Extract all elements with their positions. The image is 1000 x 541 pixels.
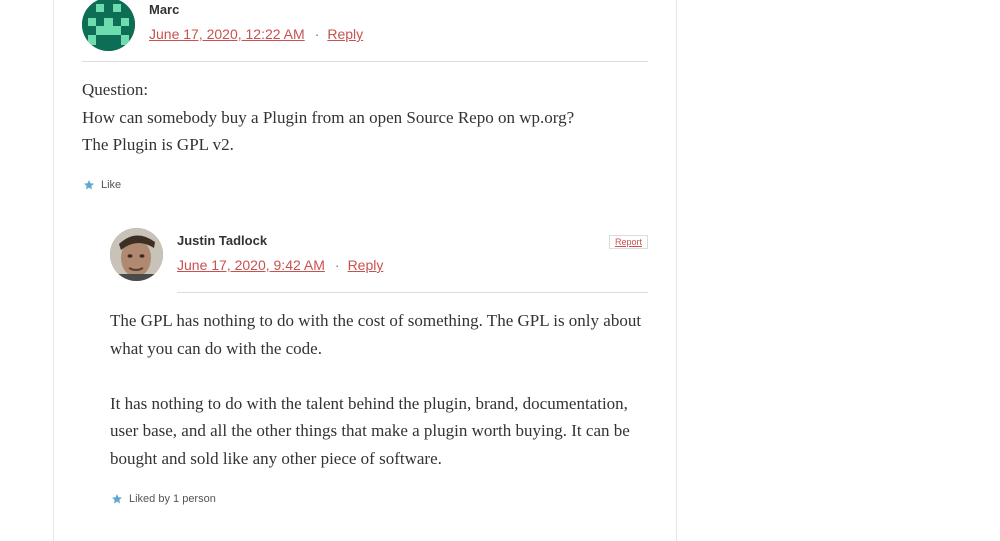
identicon-image — [82, 0, 135, 51]
comment-meta: June 17, 2020, 9:42 AM · Reply — [177, 257, 383, 273]
comment-author: Marc — [149, 2, 180, 17]
content-left-border — [53, 0, 54, 541]
star-icon — [84, 180, 94, 190]
comment-divider — [177, 292, 648, 293]
user-photo-avatar[interactable] — [110, 228, 163, 281]
comment-paragraph: The GPL has nothing to do with the cost … — [110, 311, 642, 358]
like-button[interactable]: Like — [83, 179, 121, 191]
reply-link[interactable]: Reply — [348, 257, 384, 273]
meta-separator: · — [334, 257, 340, 273]
like-label: Liked by 1 person — [129, 493, 216, 505]
report-button[interactable]: Report — [609, 235, 649, 249]
comment-paragraph: It has nothing to do with the talent beh… — [110, 393, 630, 468]
comment-body: Question: How can somebody buy a Plugin … — [82, 76, 642, 159]
comment-date-link[interactable]: June 17, 2020, 12:22 AM — [149, 26, 305, 42]
comment-body: The GPL has nothing to do with the cost … — [110, 307, 655, 472]
comment-date-link[interactable]: June 17, 2020, 9:42 AM — [177, 257, 325, 273]
star-icon — [112, 494, 122, 504]
meta-separator: · — [314, 26, 320, 42]
comment-paragraph: Question: How can somebody buy a Plugin … — [82, 80, 575, 154]
identicon-avatar[interactable] — [82, 0, 135, 51]
content-right-border — [676, 0, 677, 541]
avatar-image — [110, 228, 163, 281]
comment-thread: Marc June 17, 2020, 12:22 AM · Reply Quest… — [0, 0, 1000, 541]
like-label: Like — [101, 179, 122, 191]
comment-divider — [82, 61, 648, 62]
reply-link[interactable]: Reply — [327, 26, 363, 42]
comment-author: Justin Tadlock — [177, 233, 268, 248]
comment-meta: June 17, 2020, 12:22 AM · Reply — [149, 26, 363, 42]
like-button[interactable]: Liked by 1 person — [111, 493, 216, 505]
